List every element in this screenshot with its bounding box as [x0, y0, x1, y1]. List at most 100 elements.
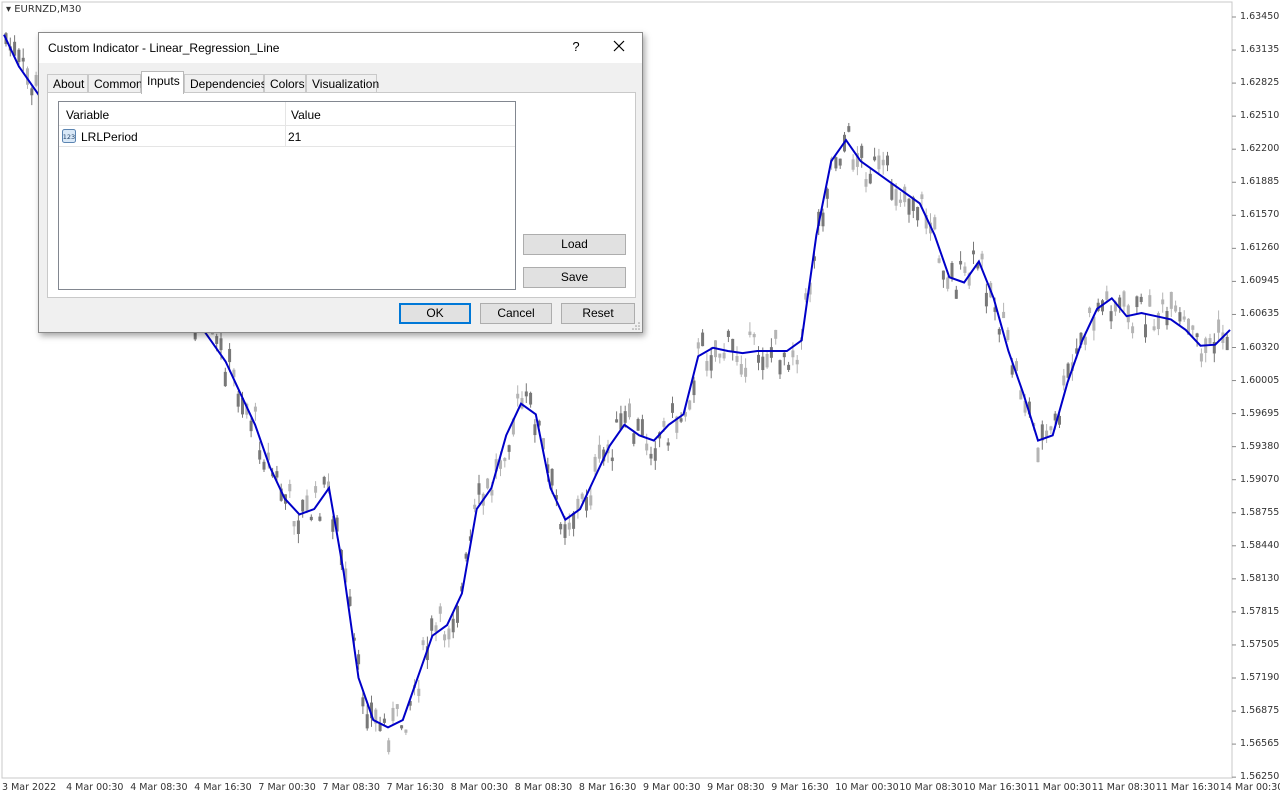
candle-body	[1122, 291, 1126, 307]
candle-body	[589, 495, 593, 506]
tab-dependencies[interactable]: Dependencies	[184, 74, 267, 93]
candle-body	[1049, 426, 1053, 431]
resize-grip-icon[interactable]	[631, 321, 641, 331]
candle-body	[787, 364, 791, 370]
candle-body	[533, 424, 537, 436]
price-tick-label: 1.58755	[1240, 506, 1280, 518]
candle-body	[421, 640, 425, 646]
price-tick-label: 1.58440	[1240, 539, 1280, 551]
candle-body	[640, 419, 644, 436]
time-tick-label: 10 Mar 00:30	[835, 782, 899, 793]
candle-body	[382, 718, 386, 723]
candle-body	[1217, 319, 1221, 333]
candle-body	[275, 471, 279, 478]
help-button[interactable]: ?	[569, 39, 583, 54]
candle-body	[456, 605, 459, 623]
time-tick-label: 14 Mar 00:30	[1219, 782, 1280, 793]
candle-body	[795, 359, 799, 365]
candle-body	[318, 516, 322, 521]
close-icon[interactable]	[610, 37, 628, 55]
time-tick-label: 3 Mar 2022	[2, 782, 57, 793]
candle-body	[473, 504, 477, 510]
candle-body	[898, 199, 902, 203]
load-button[interactable]: Load	[523, 234, 626, 255]
ok-button[interactable]: OK	[399, 303, 471, 324]
candle-body	[550, 468, 554, 486]
candle-body	[292, 521, 296, 527]
candle-body	[941, 270, 945, 280]
candle-body	[980, 253, 984, 260]
candle-body	[1161, 299, 1165, 305]
candle-body	[391, 707, 395, 722]
variable-value[interactable]: 21	[288, 130, 301, 144]
price-tick-label: 1.61570	[1240, 209, 1280, 221]
dialog-title: Custom Indicator - Linear_Regression_Lin…	[48, 41, 280, 55]
candle-body	[632, 433, 636, 444]
candle-body	[636, 419, 640, 431]
candle-body	[718, 353, 722, 358]
candle-body	[400, 725, 404, 729]
inputs-grid[interactable]: Variable Value 123 LRLPeriod 21	[58, 101, 516, 290]
candle-body	[1105, 291, 1109, 300]
candle-body	[748, 331, 752, 336]
candle-body	[443, 634, 447, 641]
price-tick-label: 1.59695	[1240, 407, 1280, 419]
candle-body	[1002, 311, 1006, 319]
candle-body	[288, 484, 292, 492]
candle-body	[507, 445, 511, 452]
header-value[interactable]: Value	[291, 108, 321, 122]
candle-body	[916, 206, 920, 221]
candle-body	[769, 347, 773, 358]
candle-body	[894, 189, 898, 206]
time-tick-label: 4 Mar 16:30	[194, 782, 252, 793]
candle-body	[477, 483, 481, 495]
candle-body	[864, 179, 868, 187]
candle-body	[503, 458, 507, 462]
candle-body	[1135, 296, 1139, 308]
candle-body	[529, 392, 533, 405]
candle-body	[696, 342, 700, 349]
tab-common[interactable]: Common	[88, 74, 143, 93]
candle-body	[645, 443, 649, 451]
candle-body	[21, 57, 25, 62]
price-tick-label: 1.59070	[1240, 473, 1280, 485]
candle-body	[1195, 333, 1199, 338]
candle-body	[486, 478, 490, 489]
table-row[interactable]: 123 LRLPeriod 21	[59, 126, 515, 147]
tab-inputs[interactable]: Inputs	[141, 71, 184, 94]
candle-body	[610, 457, 614, 462]
header-variable[interactable]: Variable	[66, 108, 109, 122]
tab-visualization[interactable]: Visualization	[306, 74, 379, 93]
candle-body	[692, 380, 696, 396]
candle-body	[430, 618, 434, 631]
tab-colors[interactable]: Colors	[264, 74, 306, 93]
reset-button[interactable]: Reset	[561, 303, 635, 324]
price-tick-label: 1.56250	[1240, 771, 1280, 783]
price-tick-label: 1.60320	[1240, 341, 1280, 353]
candle-body	[1006, 330, 1010, 340]
tab-about[interactable]: About	[47, 74, 88, 93]
variable-name: LRLPeriod	[81, 130, 138, 144]
dialog-titlebar[interactable]: Custom Indicator - Linear_Regression_Lin…	[39, 33, 642, 63]
candle-body	[258, 450, 262, 460]
candle-body	[782, 352, 786, 358]
price-tick-label: 1.60635	[1240, 308, 1280, 320]
candle-body	[722, 352, 726, 359]
candle-body	[847, 126, 851, 132]
time-tick-label: 7 Mar 16:30	[386, 782, 444, 793]
candle-body	[1131, 326, 1135, 334]
cancel-button[interactable]: Cancel	[480, 303, 552, 324]
time-tick-label: 9 Mar 00:30	[643, 782, 701, 793]
candle-body	[950, 263, 954, 279]
candle-body	[984, 292, 988, 307]
candle-body	[726, 330, 730, 337]
candle-body	[907, 198, 911, 215]
candle-body	[516, 393, 520, 399]
save-button[interactable]: Save	[523, 267, 626, 288]
price-tick-label: 1.57190	[1240, 672, 1280, 683]
price-tick-label: 1.63135	[1240, 44, 1280, 56]
candle-body	[417, 688, 421, 696]
dropdown-triangle-icon[interactable]: ▾	[6, 4, 11, 15]
candle-body	[1088, 307, 1092, 314]
time-tick-label: 11 Mar 16:30	[1155, 782, 1220, 793]
